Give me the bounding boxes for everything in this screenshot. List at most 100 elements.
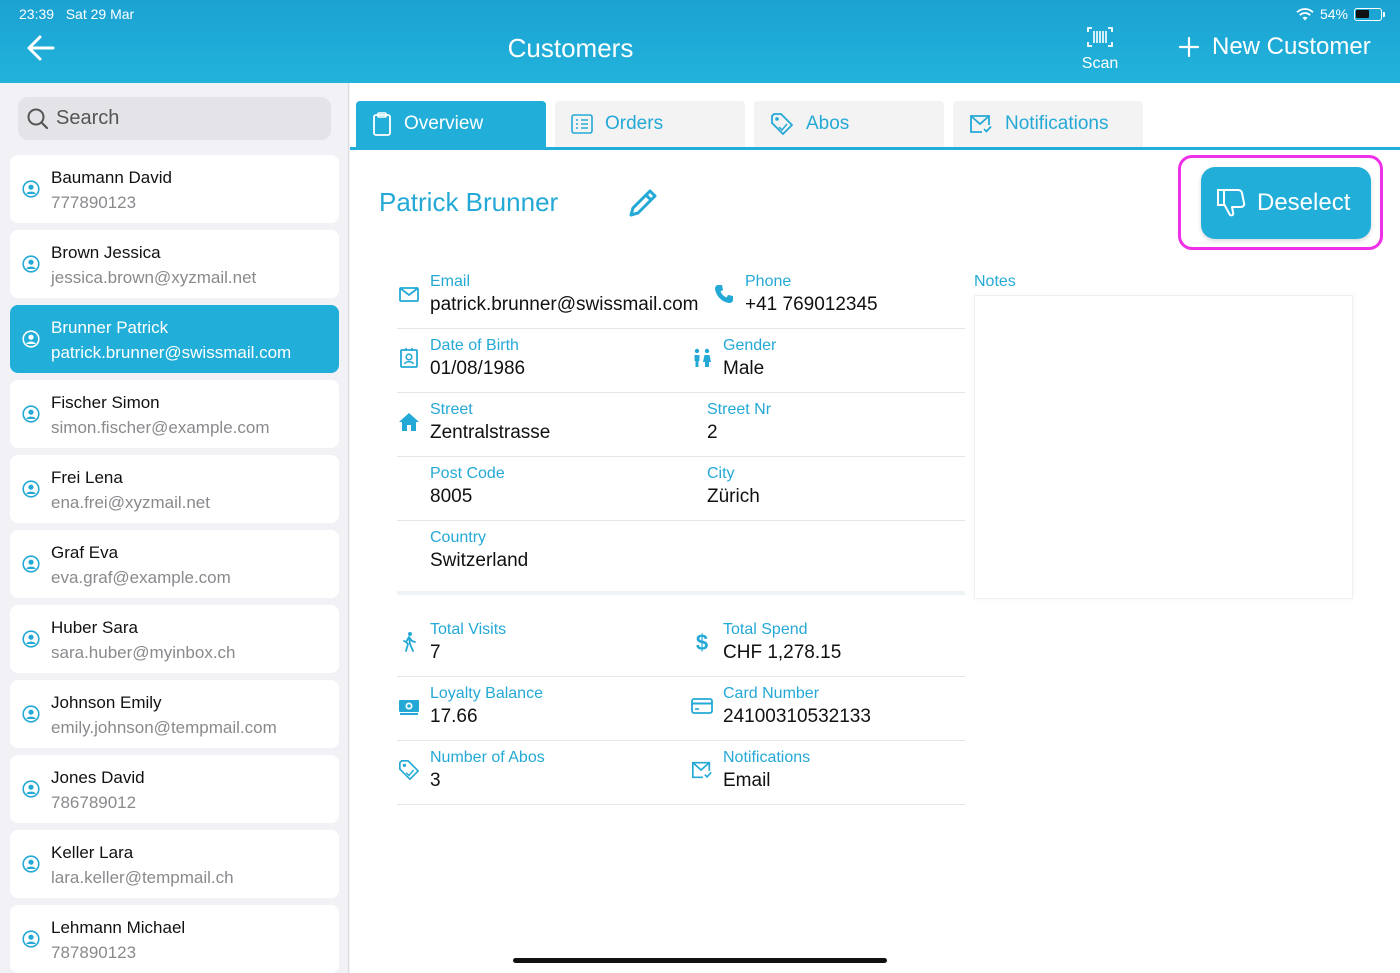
customer-list-item[interactable]: Johnson Emily emily.johnson@tempmail.com	[10, 680, 339, 748]
customer-contact: 787890123	[51, 943, 137, 962]
total-visits-field: Total Visits 7	[403, 621, 507, 664]
field-row: Date of Birth 01/08/1986 Gender Male	[397, 329, 965, 393]
customer-list-item[interactable]: Lehmann Michael 787890123	[10, 905, 339, 973]
mail-check-icon	[692, 761, 712, 779]
notifications-field: Notifications Email	[692, 749, 811, 792]
post-code-field: Post Code 8005	[430, 465, 505, 508]
field-row: Country Switzerland	[397, 521, 965, 585]
tab-orders[interactable]: Orders	[555, 101, 745, 147]
app-header: 23:39 Sat 29 Mar 54% Customers Scan New …	[0, 0, 1400, 83]
field-value: 01/08/1986	[430, 358, 526, 379]
customer-list-item[interactable]: Huber Sara sara.huber@myinbox.ch	[10, 605, 339, 673]
detail-tabs: Overview Orders Abos Notifications	[356, 101, 1143, 147]
field-label: Street Nr	[707, 401, 772, 418]
deselect-label: Deselect	[1257, 189, 1351, 216]
mail-icon	[399, 287, 419, 302]
field-value: 7	[430, 642, 441, 663]
field-row: Post Code 8005 City Zürich	[397, 457, 965, 521]
field-label: Total Visits	[430, 621, 507, 638]
field-label: Loyalty Balance	[430, 685, 543, 702]
field-row: Total Visits 7 $ Total Spend CHF 1,278.1…	[397, 613, 965, 677]
customer-name: Keller Lara	[51, 843, 134, 862]
customer-contact: jessica.brown@xyzmail.net	[51, 268, 257, 287]
customer-list-item[interactable]: Graf Eva eva.graf@example.com	[10, 530, 339, 598]
loyalty-field: Loyalty Balance 17.66	[399, 685, 543, 728]
customer-name: Brunner Patrick	[51, 318, 169, 337]
credit-card-icon	[691, 698, 713, 714]
notes-label: Notes	[974, 273, 1016, 290]
customer-contact: eva.graf@example.com	[51, 568, 231, 587]
id-badge-icon	[400, 348, 418, 368]
deselect-button[interactable]: Deselect	[1201, 167, 1371, 239]
walking-icon	[403, 632, 416, 652]
mail-check-icon	[970, 115, 992, 133]
tab-notifications[interactable]: Notifications	[953, 101, 1143, 147]
new-customer-button[interactable]: New Customer	[1178, 33, 1371, 61]
home-indicator[interactable]	[513, 958, 887, 963]
customer-list-item[interactable]: Fischer Simon simon.fischer@example.com	[10, 380, 339, 448]
deselect-highlight: Deselect	[1178, 155, 1383, 250]
money-icon	[399, 700, 419, 715]
notes-textarea[interactable]	[974, 295, 1353, 599]
customer-name: Lehmann Michael	[51, 918, 186, 937]
field-value: CHF 1,278.15	[723, 642, 842, 663]
user-circle-icon	[22, 480, 40, 498]
customer-list-item[interactable]: Brunner Patrick patrick.brunner@swissmail…	[10, 305, 339, 373]
tab-underline	[350, 147, 1400, 150]
home-icon	[399, 413, 419, 431]
field-label: City	[707, 465, 735, 482]
field-label: Phone	[745, 273, 792, 290]
tab-abos[interactable]: Abos	[754, 101, 944, 147]
search-bar[interactable]	[18, 97, 331, 140]
page-title: Customers	[507, 33, 634, 63]
customer-list-item[interactable]: Frei Lena ena.frei@xyzmail.net	[10, 455, 339, 523]
customer-name-title: Patrick Brunner	[379, 187, 559, 217]
street-nr-field: Street Nr 2	[707, 401, 771, 444]
field-label: Total Spend	[723, 621, 808, 638]
customer-contact: sara.huber@myinbox.ch	[51, 643, 236, 662]
customer-list-item[interactable]: Keller Lara lara.keller@tempmail.ch	[10, 830, 339, 898]
field-value: patrick.brunner@swissmail.com	[430, 294, 699, 315]
people-icon	[694, 348, 711, 367]
scan-button[interactable]: Scan	[1075, 26, 1125, 73]
field-value: +41 769012345	[745, 294, 878, 315]
field-label: Number of Abos	[430, 749, 545, 766]
field-value: 8005	[430, 486, 473, 507]
dollar-icon: $	[696, 631, 708, 653]
field-value: Email	[723, 770, 771, 791]
field-value: 3	[430, 770, 441, 791]
customer-name: Jones David	[51, 768, 145, 787]
customer-name: Huber Sara	[51, 618, 138, 637]
status-time: 23:39 Sat 29 Mar	[19, 6, 135, 22]
customer-list-item[interactable]: Baumann David 777890123	[10, 155, 339, 223]
wifi-icon	[1296, 7, 1314, 20]
phone-icon	[715, 285, 733, 303]
search-input[interactable]	[56, 107, 316, 130]
battery-icon	[1354, 7, 1385, 21]
customer-contact: ena.frei@xyzmail.net	[51, 493, 210, 512]
user-circle-icon	[22, 255, 40, 273]
dob-field: Date of Birth 01/08/1986	[400, 337, 526, 380]
field-row: Number of Abos 3 Notifications Email	[397, 741, 965, 805]
pencil-icon	[629, 189, 657, 217]
customer-name: Johnson Emily	[51, 693, 162, 712]
field-value: 17.66	[430, 706, 478, 727]
customer-name: Brown Jessica	[51, 243, 161, 262]
edit-button[interactable]	[626, 186, 660, 220]
field-label: Card Number	[723, 685, 820, 702]
field-label: Post Code	[430, 465, 505, 482]
customer-list-item[interactable]: Brown Jessica jessica.brown@xyzmail.net	[10, 230, 339, 298]
customer-contact: 777890123	[51, 193, 137, 212]
status-indicators: 54%	[1296, 6, 1385, 22]
clipboard-icon	[373, 112, 391, 136]
customer-name: Graf Eva	[51, 543, 119, 562]
email-field: Email patrick.brunner@swissmail.com	[399, 273, 699, 316]
user-circle-icon	[22, 330, 40, 348]
customer-list-item[interactable]: Jones David 786789012	[10, 755, 339, 823]
field-label: Notifications	[723, 749, 811, 766]
customer-detail-panel: Overview Orders Abos Notifications Patri…	[350, 83, 1400, 973]
customer-contact: patrick.brunner@swissmail.com	[51, 343, 292, 362]
tab-overview[interactable]: Overview	[356, 101, 546, 147]
tag-icon	[399, 760, 419, 780]
field-value: 24100310532133	[723, 706, 871, 727]
